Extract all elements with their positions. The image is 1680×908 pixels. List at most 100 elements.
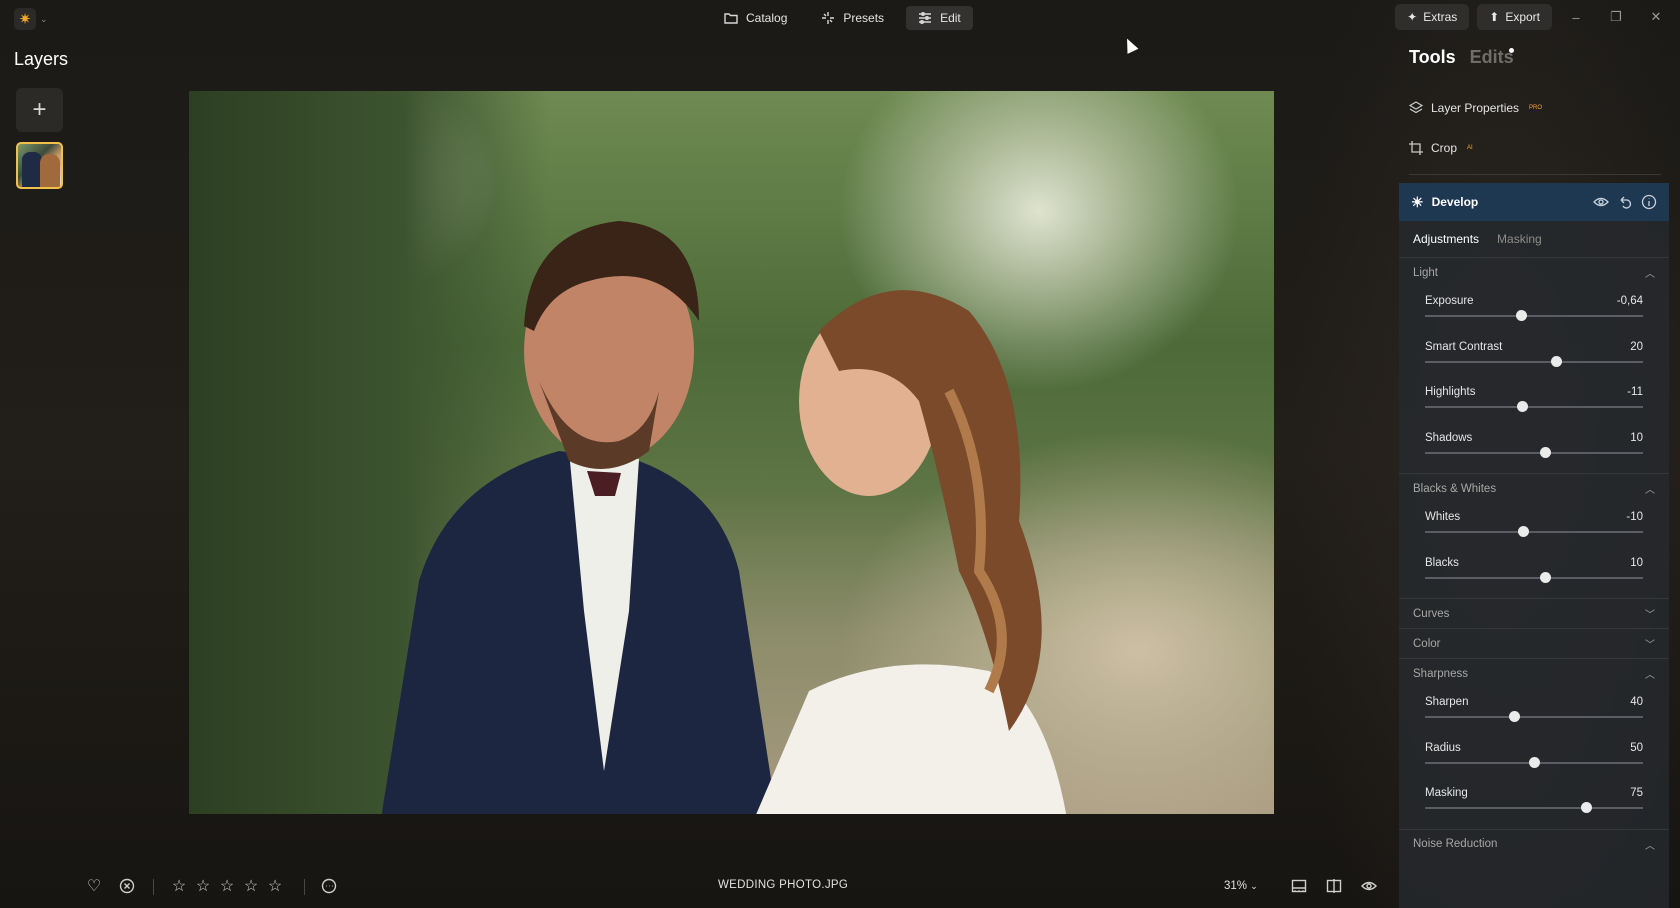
slider-knob[interactable]	[1515, 310, 1527, 321]
extras-button[interactable]: ✦ Extras	[1395, 4, 1470, 30]
slider-track[interactable]	[1425, 716, 1643, 718]
add-layer-button[interactable]: +	[16, 88, 63, 132]
divider	[153, 879, 154, 895]
slider-blacks[interactable]: Blacks 10	[1399, 549, 1669, 595]
file-name: WEDDING PHOTO.JPG	[718, 879, 849, 891]
rating-star-1[interactable]: ☆	[168, 875, 190, 897]
minimize-button[interactable]: –	[1560, 4, 1592, 30]
nav-edit[interactable]: Edit	[906, 6, 973, 30]
section-curves[interactable]: Curves ﹀	[1399, 598, 1669, 628]
slider-shadows[interactable]: Shadows 10	[1399, 424, 1669, 470]
crop-icon	[1409, 141, 1423, 155]
reject-icon	[119, 878, 135, 894]
photo-canvas[interactable]	[189, 91, 1274, 814]
slider-sharpen[interactable]: Sharpen 40	[1399, 688, 1669, 734]
slider-value[interactable]: -10	[1626, 511, 1643, 523]
slider-knob[interactable]	[1539, 446, 1551, 458]
rating-star-4[interactable]: ☆	[240, 875, 262, 897]
slider-track[interactable]	[1425, 531, 1643, 533]
filmstrip-toggle-button[interactable]	[1288, 875, 1310, 897]
compare-button[interactable]	[1323, 875, 1345, 897]
sparkle-icon: ✦	[1407, 10, 1418, 24]
section-light-title: Light	[1413, 266, 1438, 279]
export-button[interactable]: ⬆ Export	[1477, 4, 1552, 30]
slider-track[interactable]	[1425, 451, 1643, 454]
info-icon[interactable]	[1641, 194, 1657, 210]
slider-exposure[interactable]: Exposure -0,64	[1399, 287, 1669, 333]
rating-star-2[interactable]: ☆	[192, 875, 214, 897]
slider-knob[interactable]	[1529, 756, 1540, 768]
favorite-button[interactable]: ♡	[83, 875, 105, 897]
slider-knob[interactable]	[1581, 802, 1593, 813]
layer-properties-tool[interactable]: Layer Properties PRO	[1409, 98, 1542, 118]
slider-label: Shadows	[1425, 431, 1473, 444]
slider-track[interactable]	[1425, 315, 1643, 317]
rating-star-5[interactable]: ☆	[264, 875, 286, 897]
chevron-down-icon: ⌄	[40, 13, 48, 24]
tab-adjustments[interactable]: Adjustments	[1413, 232, 1479, 246]
crop-tool[interactable]: Crop AI	[1409, 138, 1473, 158]
layer-thumbnail[interactable]	[16, 142, 63, 189]
slider-radius[interactable]: Radius 50	[1399, 734, 1669, 780]
restore-icon: ❐	[1610, 9, 1622, 24]
slider-whites[interactable]: Whites -10	[1399, 503, 1669, 549]
crop-label: Crop	[1431, 141, 1458, 155]
slider-value[interactable]: -11	[1627, 386, 1643, 398]
slider-knob[interactable]	[1517, 401, 1528, 412]
section-noise-reduction[interactable]: Noise Reduction ︿	[1399, 828, 1669, 859]
app-menu-button[interactable]: ✷ ⌄	[14, 8, 48, 30]
section-sharpness[interactable]: Sharpness ︿	[1399, 658, 1669, 688]
slider-knob[interactable]	[1550, 355, 1562, 367]
section-curves-title: Curves	[1413, 607, 1450, 620]
slider-knob[interactable]	[1539, 571, 1551, 583]
bottom-toolbar: ♡ ☆ ☆ ☆ ☆ ☆ WEDDING PHOTO.JPG 31% ⌄	[0, 875, 1398, 905]
restore-button[interactable]: ❐	[1600, 4, 1632, 30]
slider-track[interactable]	[1425, 360, 1643, 363]
slider-label: Sharpen	[1425, 696, 1469, 708]
tab-masking[interactable]: Masking	[1497, 232, 1542, 246]
develop-header[interactable]: ☀ Develop	[1399, 183, 1669, 221]
slider-track[interactable]	[1425, 807, 1643, 809]
section-blacks-whites[interactable]: Blacks & Whites ︿	[1399, 473, 1669, 503]
slider-label: Highlights	[1425, 386, 1476, 398]
slider-value[interactable]: 40	[1630, 696, 1643, 708]
slider-value[interactable]: 10	[1630, 432, 1643, 444]
section-color[interactable]: Color ﹀	[1399, 628, 1669, 658]
slider-track[interactable]	[1425, 576, 1643, 579]
nav-catalog[interactable]: Catalog	[712, 6, 799, 30]
develop-title: Develop	[1431, 195, 1479, 209]
slider-value[interactable]: 10	[1630, 557, 1643, 569]
undo-icon[interactable]	[1617, 194, 1633, 210]
slider-highlights[interactable]: Highlights -11	[1399, 378, 1669, 424]
chevron-down-icon: ﹀	[1645, 610, 1655, 621]
section-sharpness-title: Sharpness	[1413, 667, 1468, 680]
star-icon: ☆	[195, 878, 211, 895]
section-noise-reduction-title: Noise Reduction	[1413, 838, 1498, 850]
zoom-level[interactable]: 31% ⌄	[1224, 880, 1258, 892]
preview-toggle-button[interactable]	[1358, 875, 1380, 897]
close-button[interactable]: ✕	[1640, 4, 1672, 30]
slider-knob[interactable]	[1518, 526, 1530, 537]
tab-edits[interactable]: Edits	[1470, 47, 1514, 68]
slider-masking[interactable]: Masking 75	[1399, 779, 1669, 825]
eye-icon[interactable]	[1593, 194, 1609, 210]
more-options-button[interactable]	[318, 875, 340, 897]
slider-track[interactable]	[1425, 406, 1643, 408]
zoom-value: 31%	[1224, 880, 1248, 892]
tab-tools[interactable]: Tools	[1409, 47, 1456, 68]
close-icon: ✕	[1650, 9, 1662, 24]
nav-presets[interactable]: Presets	[809, 6, 896, 30]
slider-value[interactable]: 50	[1630, 742, 1643, 754]
rating-star-3[interactable]: ☆	[216, 875, 238, 897]
slider-value[interactable]: -0,64	[1617, 295, 1643, 307]
slider-label: Radius	[1425, 741, 1461, 754]
section-light[interactable]: Light ︿	[1399, 257, 1669, 287]
slider-value[interactable]: 75	[1630, 787, 1643, 799]
slider-value[interactable]: 20	[1630, 341, 1643, 353]
slider-label: Smart Contrast	[1425, 340, 1503, 353]
slider-knob[interactable]	[1509, 711, 1521, 722]
reject-button[interactable]	[116, 875, 138, 897]
filmstrip-icon	[1291, 879, 1307, 893]
star-icon: ☆	[171, 878, 187, 895]
slider-smart-contrast[interactable]: Smart Contrast 20	[1399, 333, 1669, 379]
